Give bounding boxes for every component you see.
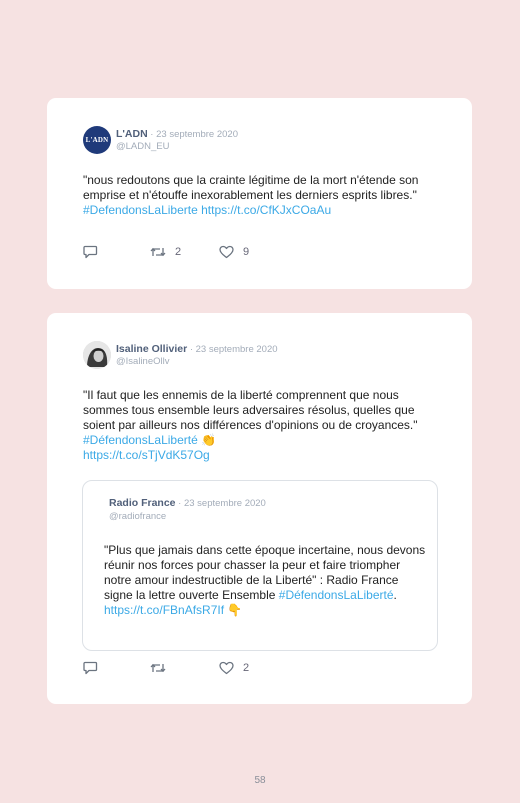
author-handle[interactable]: @LADN_EU [116,141,169,152]
tweet-text-body: "nous redoutons que la crainte légitime … [83,173,419,202]
quoted-author-name[interactable]: Radio France [109,497,176,509]
like-button[interactable]: 9 [219,244,249,260]
like-icon [219,245,234,259]
reply-button[interactable] [83,660,98,676]
quoted-tweet-text: "Plus que jamais dans cette époque incer… [104,543,426,618]
retweet-button[interactable] [150,660,175,676]
reply-button[interactable] [83,244,98,260]
author-handle[interactable]: @IsalineOllv [116,356,169,367]
quoted-tweet-header: Radio France · 23 septembre 2020 [109,497,266,509]
quoted-author-handle[interactable]: @radiofrance [109,511,166,522]
avatar[interactable] [83,341,111,369]
action-bar: 2 9 [83,244,283,260]
tweet-text-body: "Il faut que les ennemis de la liberté c… [83,388,418,432]
clapping-hands-emoji: 👏 [201,433,217,447]
tweet-card: Isaline Ollivier · 23 septembre 2020 @Is… [47,313,472,704]
hashtag-link[interactable]: #DéfendonsLaLiberté [83,433,198,447]
url-link[interactable]: https://t.co/FBnAfsR7If [104,603,224,617]
hashtag-link[interactable]: #DéfendonsLaLiberté [279,588,394,602]
avatar[interactable]: L'ADN [83,126,111,154]
hashtag-link[interactable]: #DefendonsLaLiberte [83,203,198,217]
retweet-count: 2 [175,246,182,258]
tweet-text: "Il faut que les ennemis de la liberté c… [83,388,443,463]
like-count: 9 [243,246,250,258]
tweet-text: "nous redoutons que la crainte légitime … [83,173,443,218]
like-icon [219,661,234,675]
tweet-card: L'ADN L'ADN · 23 septembre 2020 @LADN_EU… [47,98,472,289]
page-number: 58 [254,775,266,786]
tweet-header: L'ADN · 23 septembre 2020 [116,128,238,140]
author-name[interactable]: L'ADN [116,128,148,140]
author-name[interactable]: Isaline Ollivier [116,343,187,355]
retweet-icon [150,247,166,257]
retweet-icon [150,663,166,673]
profile-photo-icon [83,341,111,369]
quoted-tweet-punctuation: . [393,588,397,602]
url-link[interactable]: https://t.co/sTjVdK57Og [83,448,210,462]
like-button[interactable]: 2 [219,660,249,676]
quoted-tweet-date: · 23 septembre 2020 [175,498,266,509]
reply-icon [83,245,98,259]
like-count: 2 [243,662,250,674]
quoted-tweet[interactable]: Radio France · 23 septembre 2020 @radiof… [82,480,438,651]
tweet-header: Isaline Ollivier · 23 septembre 2020 [116,343,278,355]
tweet-date: · 23 septembre 2020 [187,344,278,355]
url-link[interactable]: https://t.co/CfKJxCOaAu [201,203,331,217]
pointing-down-emoji: 👇 [227,603,243,617]
retweet-button[interactable]: 2 [150,244,181,260]
reply-icon [83,661,98,675]
action-bar: 2 [83,660,283,676]
tweet-date: · 23 septembre 2020 [147,129,238,140]
